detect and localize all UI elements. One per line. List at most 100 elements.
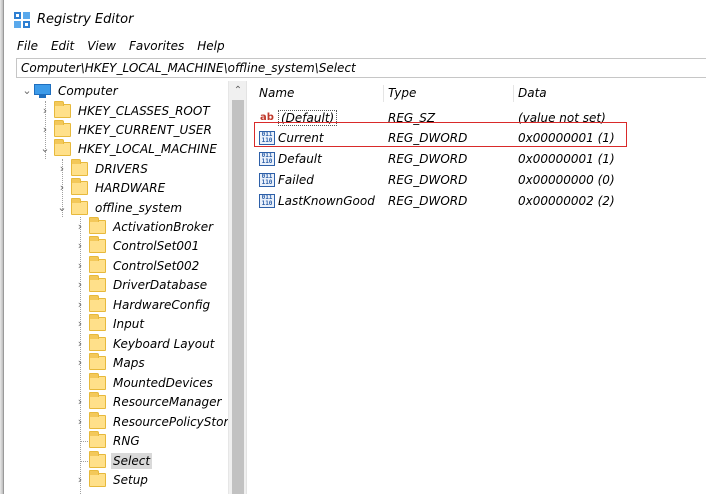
tree-node-rng[interactable]: RNG — [75, 430, 142, 450]
tree-node-maps[interactable]: › Maps — [75, 352, 147, 372]
tree-node-driverdatabase[interactable]: › DriverDatabase — [75, 274, 209, 294]
chevron-right-icon[interactable]: › — [75, 314, 85, 333]
chevron-down-icon[interactable]: ⌄ — [22, 81, 32, 100]
tree-node-controlset001[interactable]: › ControlSet001 — [75, 235, 201, 255]
tree-node-controlset002[interactable]: › ControlSet002 — [75, 255, 201, 275]
menu-view[interactable]: View — [87, 39, 116, 53]
column-header-type[interactable]: Type — [388, 86, 416, 100]
list-row-default-dword[interactable]: 011 110 Default REG_DWORD 0x00000001 (1) — [254, 148, 706, 169]
tree-node-drivers[interactable]: › DRIVERS — [57, 158, 150, 178]
chevron-right-icon[interactable]: › — [75, 470, 85, 489]
tree-node-label: ActivationBroker — [113, 219, 214, 234]
chevron-right-icon[interactable]: › — [40, 120, 50, 139]
highlight-annotation-box — [254, 122, 627, 147]
scrollbar-thumb[interactable] — [232, 100, 244, 494]
chevron-right-icon[interactable]: › — [75, 236, 85, 255]
tree-scrollbar[interactable]: ⌃ — [228, 81, 246, 494]
tree-node-label: Setup — [113, 472, 148, 487]
tree-node-computer[interactable]: ⌄ Computer — [22, 81, 120, 100]
dword-value-icon: 011 110 — [259, 172, 275, 187]
tree-node-resourcemanager[interactable]: › ResourceManager — [75, 391, 223, 411]
value-data: 0x00000001 (1) — [518, 151, 615, 166]
folder-icon — [89, 411, 106, 429]
column-divider[interactable] — [383, 85, 384, 102]
tree-node-hardware[interactable]: › HARDWARE — [57, 177, 167, 197]
tree-node-label: HKEY_CURRENT_USER — [78, 122, 212, 137]
tree-node-label: Maps — [113, 355, 145, 370]
tree-node-label: Input — [113, 316, 145, 331]
chevron-right-icon[interactable]: › — [75, 256, 85, 275]
chevron-right-icon[interactable]: › — [75, 334, 85, 353]
menu-help[interactable]: Help — [197, 39, 224, 53]
chevron-right-icon[interactable]: › — [57, 159, 67, 178]
registry-editor-app-icon — [14, 12, 30, 28]
window-title: Registry Editor — [37, 12, 134, 27]
tree-node-select[interactable]: Select — [75, 450, 153, 470]
tree-node-label: Computer — [58, 83, 118, 98]
chevron-right-icon[interactable]: › — [75, 392, 85, 411]
menu-edit[interactable]: Edit — [51, 39, 74, 53]
address-bar[interactable]: Computer\HKEY_LOCAL_MACHINE\offline_syst… — [16, 58, 706, 78]
chevron-right-icon[interactable]: › — [75, 412, 85, 431]
scroll-up-arrow-icon[interactable]: ⌃ — [229, 81, 246, 99]
tree-node-label: HKEY_LOCAL_MACHINE — [78, 141, 217, 156]
registry-editor-window: Registry Editor File Edit View Favorites… — [3, 0, 706, 494]
tree-node-label: Select — [111, 452, 153, 469]
tree-node-hklm[interactable]: ⌄ HKEY_LOCAL_MACHINE — [40, 138, 219, 158]
title-bar: Registry Editor — [4, 0, 706, 35]
tree-node-label: ControlSet002 — [113, 258, 200, 273]
menu-favorites[interactable]: Favorites — [129, 39, 184, 53]
folder-icon — [89, 313, 106, 331]
folder-icon — [89, 294, 106, 312]
folder-icon — [89, 235, 106, 253]
tree-node-mounteddevices[interactable]: MountedDevices — [75, 372, 215, 392]
folder-icon — [89, 450, 106, 468]
tree-node-label: MountedDevices — [113, 375, 213, 390]
tree-node-hardwareconfig[interactable]: › HardwareConfig — [75, 294, 212, 314]
key-tree-pane[interactable]: ⌄ Computer › HKEY_CLASSES_ROOT › HKEY_CU… — [16, 81, 247, 494]
tree-node-offline-system[interactable]: ⌄ offline_system — [57, 197, 184, 217]
tree-node-setup[interactable]: › Setup — [75, 469, 150, 489]
values-list-pane[interactable]: Name Type Data ab (Default) REG_SZ (valu… — [254, 81, 706, 494]
menu-bar: File Edit View Favorites Help — [4, 35, 706, 57]
folder-icon — [89, 391, 106, 409]
menu-file[interactable]: File — [17, 39, 38, 53]
tree-node-input[interactable]: › Input — [75, 313, 146, 333]
chevron-right-icon[interactable]: › — [75, 353, 85, 372]
computer-icon — [34, 83, 51, 98]
chevron-right-icon[interactable]: › — [40, 101, 50, 120]
column-header-name[interactable]: Name — [259, 86, 294, 100]
chevron-right-icon[interactable]: › — [75, 275, 85, 294]
chevron-right-icon[interactable]: › — [57, 178, 67, 197]
tree-node-label: ResourceManager — [113, 394, 222, 409]
tree-node-label: DRIVERS — [95, 161, 148, 176]
folder-icon — [89, 352, 106, 370]
chevron-right-icon[interactable]: › — [75, 217, 85, 236]
list-row-failed[interactable]: 011 110 Failed REG_DWORD 0x00000000 (0) — [254, 169, 706, 190]
tree-node-keyboard-layout[interactable]: › Keyboard Layout — [75, 333, 216, 353]
tree-node-activationbroker[interactable]: › ActivationBroker — [75, 216, 215, 236]
chevron-down-icon[interactable]: ⌄ — [40, 139, 50, 158]
tree-node-label: HKEY_CLASSES_ROOT — [78, 103, 210, 118]
folder-icon — [89, 255, 106, 273]
folder-icon — [71, 158, 88, 176]
tree-node-hkcu[interactable]: › HKEY_CURRENT_USER — [40, 119, 214, 139]
value-name: Failed — [278, 172, 314, 187]
tree-node-hkcr[interactable]: › HKEY_CLASSES_ROOT — [40, 100, 212, 120]
folder-icon — [89, 216, 106, 234]
column-header-data[interactable]: Data — [518, 86, 547, 100]
chevron-down-icon[interactable]: ⌄ — [57, 198, 67, 217]
value-name-cell: 011 110 Failed — [259, 169, 314, 190]
folder-icon — [54, 138, 71, 156]
chevron-right-icon[interactable]: › — [75, 295, 85, 314]
list-header: Name Type Data — [254, 81, 706, 105]
tree-node-resourcepolicystore[interactable]: › ResourcePolicyStore — [75, 411, 238, 431]
value-type: REG_DWORD — [388, 172, 468, 187]
list-row-lastknowngood[interactable]: 011 110 LastKnownGood REG_DWORD 0x0000000… — [254, 190, 706, 211]
column-divider[interactable] — [513, 85, 514, 102]
value-name: LastKnownGood — [278, 193, 375, 208]
tree-node-label: ControlSet001 — [113, 238, 200, 253]
